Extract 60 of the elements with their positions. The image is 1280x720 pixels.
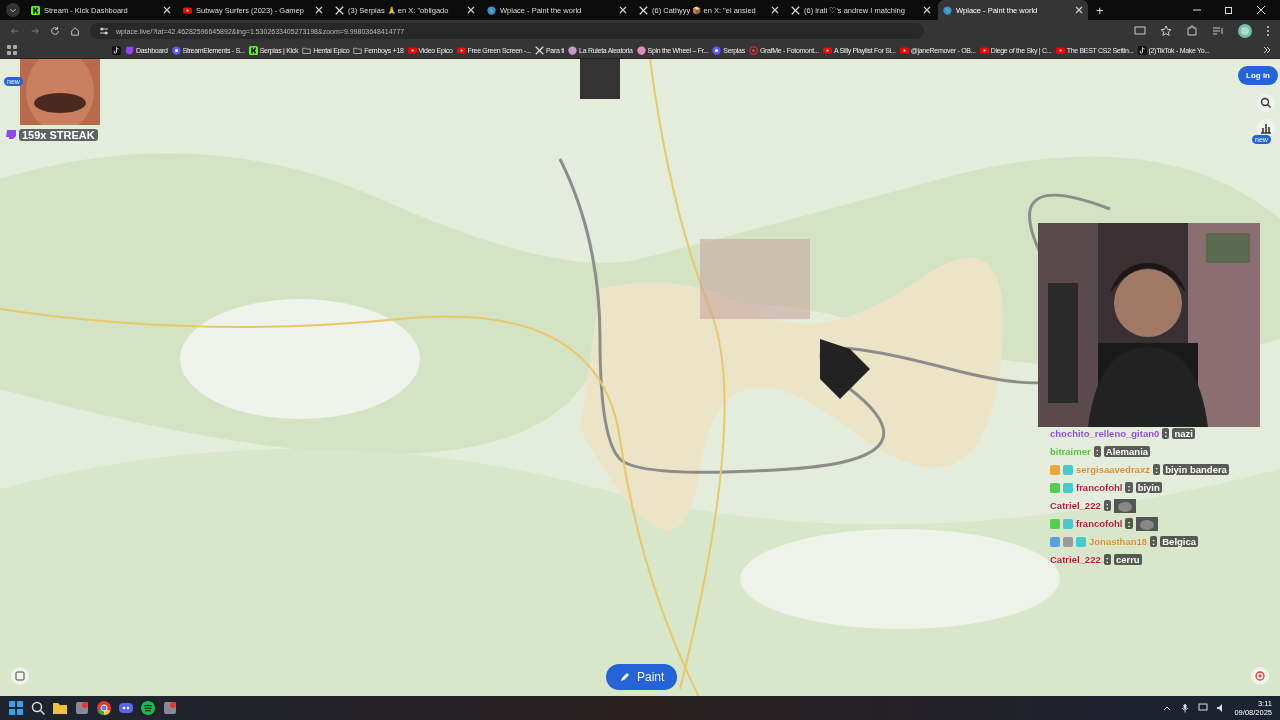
bookmark[interactable] (112, 45, 121, 55)
circle-icon (712, 45, 722, 55)
puzzle-icon (1186, 25, 1198, 37)
restore-icon (1224, 5, 1234, 15)
monitor-icon (1198, 703, 1209, 713)
site-settings-icon (98, 25, 110, 37)
note-icon (1137, 45, 1147, 55)
globe-icon (943, 5, 952, 15)
close-icon (1075, 6, 1083, 14)
kick-logo-icon (248, 45, 258, 55)
close-icon (771, 6, 779, 14)
play-icon (822, 45, 832, 55)
globe-icon (487, 5, 496, 15)
spotify-icon[interactable] (140, 700, 156, 716)
home-icon (70, 26, 80, 36)
play-icon (979, 45, 989, 55)
app-icon[interactable] (162, 700, 178, 716)
chrome-icon[interactable] (96, 700, 112, 716)
chevron-down-icon (6, 3, 20, 17)
forward-icon (30, 26, 40, 36)
media-icon (1212, 25, 1224, 37)
close-icon (923, 6, 931, 14)
play-icon (407, 45, 417, 55)
folder-icon (353, 45, 363, 55)
x-logo-icon (534, 45, 544, 55)
game-controller-icon[interactable] (118, 700, 134, 716)
cast-icon (1134, 25, 1146, 37)
close-icon (619, 6, 627, 14)
close-icon (1256, 5, 1266, 15)
wheel-icon (568, 45, 578, 55)
chevron-right-icon (1262, 45, 1272, 55)
microphone-icon (1180, 703, 1191, 713)
play-icon (1055, 45, 1065, 55)
kick-logo-icon (31, 5, 40, 15)
x-logo-icon (335, 5, 344, 15)
star-icon (1160, 25, 1172, 37)
windows-icon[interactable] (8, 700, 24, 716)
play-icon (183, 5, 192, 15)
folder-icon (302, 45, 312, 55)
x-logo-icon (639, 5, 648, 15)
play-icon (456, 45, 466, 55)
close-icon (163, 6, 171, 14)
wheel-icon (636, 45, 646, 55)
speech-icon (125, 45, 134, 55)
folder-icon[interactable] (52, 700, 68, 716)
search-icon[interactable] (30, 700, 46, 716)
app-icon[interactable] (74, 700, 90, 716)
avatar-icon (1238, 24, 1252, 38)
target-icon (748, 45, 758, 55)
back-icon (10, 26, 20, 36)
more-icon (1266, 25, 1270, 37)
apps-grid-icon (6, 44, 18, 56)
reload-icon (50, 26, 60, 36)
close-icon (467, 6, 475, 14)
circle-icon (171, 45, 181, 55)
note-icon (112, 45, 121, 55)
play-icon (899, 45, 909, 55)
new-tab-button[interactable]: + (1090, 2, 1110, 18)
close-icon (315, 6, 323, 14)
x-logo-icon (791, 5, 800, 15)
